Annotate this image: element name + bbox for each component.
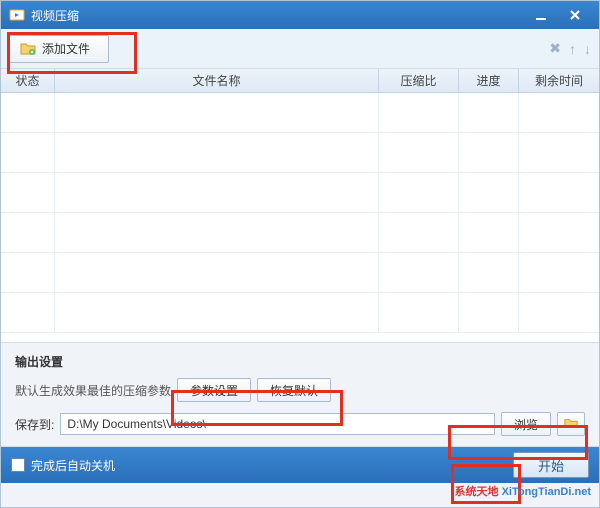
column-ratio: 压缩比 xyxy=(379,69,459,92)
start-button[interactable]: 开始 xyxy=(513,452,589,478)
table-row xyxy=(1,173,599,213)
move-down-icon[interactable]: ↓ xyxy=(584,41,591,57)
toolbar-right-icons: ✖ ↑ ↓ xyxy=(549,40,591,57)
table-row xyxy=(1,213,599,253)
remove-icon[interactable]: ✖ xyxy=(549,40,561,57)
open-folder-button[interactable] xyxy=(557,412,585,436)
close-button[interactable] xyxy=(559,6,591,24)
table-row xyxy=(1,293,599,333)
folder-plus-icon xyxy=(20,41,36,57)
shutdown-checkbox[interactable]: 完成后自动关机 xyxy=(11,457,115,474)
browse-button[interactable]: 浏览 xyxy=(501,412,551,436)
add-file-label: 添加文件 xyxy=(42,40,90,57)
app-icon xyxy=(9,7,25,23)
add-file-button[interactable]: 添加文件 xyxy=(9,35,109,63)
column-time: 剩余时间 xyxy=(519,69,599,92)
column-progress: 进度 xyxy=(459,69,519,92)
save-path-input[interactable] xyxy=(60,413,495,435)
watermark: 系统天地 XiTongTianDi.net xyxy=(455,483,592,499)
column-status: 状态 xyxy=(1,69,55,92)
table-body xyxy=(1,93,599,343)
minimize-button[interactable] xyxy=(525,6,557,24)
titlebar: 视频压缩 xyxy=(1,1,599,29)
window-title: 视频压缩 xyxy=(31,7,523,24)
table-header: 状态 文件名称 压缩比 进度 剩余时间 xyxy=(1,69,599,93)
shutdown-label: 完成后自动关机 xyxy=(31,457,115,474)
toolbar: 添加文件 ✖ ↑ ↓ xyxy=(1,29,599,69)
param-label: 默认生成效果最佳的压缩参数 xyxy=(15,382,171,399)
folder-icon xyxy=(564,416,578,433)
output-settings: 输出设置 默认生成效果最佳的压缩参数 参数设置 恢复默认 保存到: 浏览 xyxy=(1,343,599,447)
column-name: 文件名称 xyxy=(55,69,379,92)
table-row xyxy=(1,133,599,173)
move-up-icon[interactable]: ↑ xyxy=(569,41,576,57)
checkbox-icon xyxy=(11,458,25,472)
output-settings-title: 输出设置 xyxy=(15,353,585,370)
param-settings-button[interactable]: 参数设置 xyxy=(177,378,251,402)
restore-default-button[interactable]: 恢复默认 xyxy=(257,378,331,402)
bottom-bar: 完成后自动关机 开始 xyxy=(1,447,599,483)
table-row xyxy=(1,93,599,133)
save-to-label: 保存到: xyxy=(15,416,54,433)
table-row xyxy=(1,253,599,293)
